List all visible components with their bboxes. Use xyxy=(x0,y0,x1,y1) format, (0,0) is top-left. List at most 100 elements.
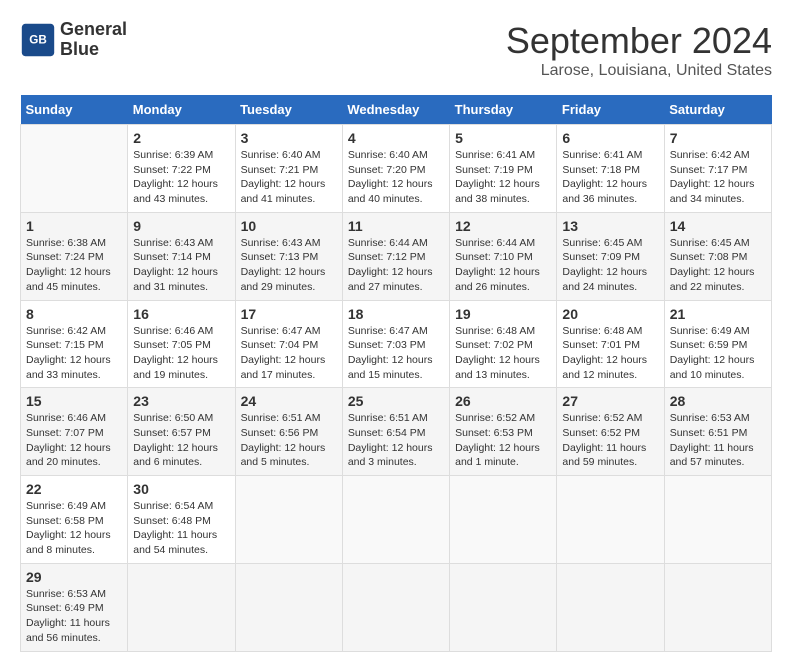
table-row: 16 Sunrise: 6:46 AM Sunset: 7:05 PM Dayli… xyxy=(128,300,235,388)
day-info: Sunrise: 6:48 AM Sunset: 7:01 PM Dayligh… xyxy=(562,324,658,383)
day-info: Sunrise: 6:50 AM Sunset: 6:57 PM Dayligh… xyxy=(133,411,229,470)
day-info: Sunrise: 6:51 AM Sunset: 6:54 PM Dayligh… xyxy=(348,411,444,470)
day-number: 16 xyxy=(133,306,229,322)
day-info: Sunrise: 6:41 AM Sunset: 7:19 PM Dayligh… xyxy=(455,148,551,207)
day-info: Sunrise: 6:44 AM Sunset: 7:12 PM Dayligh… xyxy=(348,236,444,295)
table-row xyxy=(235,476,342,564)
svg-text:GB: GB xyxy=(29,33,47,46)
table-row: 26Sunrise: 6:52 AM Sunset: 6:53 PM Dayli… xyxy=(450,388,557,476)
day-number: 13 xyxy=(562,218,658,234)
table-row: 1 Sunrise: 6:38 AM Sunset: 7:24 PM Daylig… xyxy=(21,212,128,300)
day-info: Sunrise: 6:43 AM Sunset: 7:13 PM Dayligh… xyxy=(241,236,337,295)
col-tuesday: Tuesday xyxy=(235,95,342,125)
col-saturday: Saturday xyxy=(664,95,771,125)
day-number: 10 xyxy=(241,218,337,234)
table-row: 13 Sunrise: 6:45 AM Sunset: 7:09 PM Dayli… xyxy=(557,212,664,300)
calendar-row: 22 Sunrise: 6:49 AM Sunset: 6:58 PM Dayli… xyxy=(21,476,772,564)
table-row xyxy=(342,563,449,651)
table-row: 28Sunrise: 6:53 AM Sunset: 6:51 PM Dayli… xyxy=(664,388,771,476)
table-row: 24 Sunrise: 6:51 AM Sunset: 6:56 PM Dayli… xyxy=(235,388,342,476)
table-row: 17 Sunrise: 6:47 AM Sunset: 7:04 PM Dayli… xyxy=(235,300,342,388)
day-number: 8 xyxy=(26,306,122,322)
table-row xyxy=(21,125,128,213)
day-number: 11 xyxy=(348,218,444,234)
day-number: 3 xyxy=(241,130,337,146)
table-row xyxy=(557,476,664,564)
day-number: 6 xyxy=(562,130,658,146)
table-row: 4Sunrise: 6:40 AM Sunset: 7:20 PM Daylig… xyxy=(342,125,449,213)
day-number: 23 xyxy=(133,393,229,409)
col-wednesday: Wednesday xyxy=(342,95,449,125)
day-number: 7 xyxy=(670,130,766,146)
table-row: 7 Sunrise: 6:42 AM Sunset: 7:17 PM Daylig… xyxy=(664,125,771,213)
day-info: Sunrise: 6:49 AM Sunset: 6:58 PM Dayligh… xyxy=(26,499,122,558)
day-number: 25 xyxy=(348,393,444,409)
day-number: 30 xyxy=(133,481,229,497)
table-row xyxy=(235,563,342,651)
day-number: 1 xyxy=(26,218,122,234)
logo: GB General Blue xyxy=(20,20,127,60)
day-info: Sunrise: 6:47 AM Sunset: 7:04 PM Dayligh… xyxy=(241,324,337,383)
table-row xyxy=(664,563,771,651)
day-info: Sunrise: 6:46 AM Sunset: 7:05 PM Dayligh… xyxy=(133,324,229,383)
calendar-table: Sunday Monday Tuesday Wednesday Thursday… xyxy=(20,95,772,652)
day-number: 29 xyxy=(26,569,122,585)
table-row: 27Sunrise: 6:52 AM Sunset: 6:52 PM Dayli… xyxy=(557,388,664,476)
day-info: Sunrise: 6:41 AM Sunset: 7:18 PM Dayligh… xyxy=(562,148,658,207)
table-row: 30 Sunrise: 6:54 AM Sunset: 6:48 PM Dayli… xyxy=(128,476,235,564)
day-number: 28 xyxy=(670,393,766,409)
day-info: Sunrise: 6:49 AM Sunset: 6:59 PM Dayligh… xyxy=(670,324,766,383)
calendar-row: 2 Sunrise: 6:39 AM Sunset: 7:22 PM Daylig… xyxy=(21,125,772,213)
day-number: 18 xyxy=(348,306,444,322)
day-info: Sunrise: 6:45 AM Sunset: 7:09 PM Dayligh… xyxy=(562,236,658,295)
table-row: 6 Sunrise: 6:41 AM Sunset: 7:18 PM Daylig… xyxy=(557,125,664,213)
day-info: Sunrise: 6:38 AM Sunset: 7:24 PM Dayligh… xyxy=(26,236,122,295)
table-row: 5 Sunrise: 6:41 AM Sunset: 7:19 PM Daylig… xyxy=(450,125,557,213)
month-title: September 2024 xyxy=(506,20,772,62)
calendar-header: Sunday Monday Tuesday Wednesday Thursday… xyxy=(21,95,772,125)
calendar-row: 1 Sunrise: 6:38 AM Sunset: 7:24 PM Daylig… xyxy=(21,212,772,300)
day-info: Sunrise: 6:53 AM Sunset: 6:49 PM Dayligh… xyxy=(26,587,122,646)
day-info: Sunrise: 6:45 AM Sunset: 7:08 PM Dayligh… xyxy=(670,236,766,295)
table-row: 29 Sunrise: 6:53 AM Sunset: 6:49 PM Dayli… xyxy=(21,563,128,651)
day-info: Sunrise: 6:47 AM Sunset: 7:03 PM Dayligh… xyxy=(348,324,444,383)
day-number: 14 xyxy=(670,218,766,234)
day-number: 5 xyxy=(455,130,551,146)
location: Larose, Louisiana, United States xyxy=(506,62,772,80)
table-row: 20Sunrise: 6:48 AM Sunset: 7:01 PM Dayli… xyxy=(557,300,664,388)
day-info: Sunrise: 6:42 AM Sunset: 7:17 PM Dayligh… xyxy=(670,148,766,207)
table-row: 2 Sunrise: 6:39 AM Sunset: 7:22 PM Daylig… xyxy=(128,125,235,213)
day-number: 2 xyxy=(133,130,229,146)
table-row: 9Sunrise: 6:43 AM Sunset: 7:14 PM Daylig… xyxy=(128,212,235,300)
day-info: Sunrise: 6:39 AM Sunset: 7:22 PM Dayligh… xyxy=(133,148,229,207)
header-row: Sunday Monday Tuesday Wednesday Thursday… xyxy=(21,95,772,125)
day-info: Sunrise: 6:51 AM Sunset: 6:56 PM Dayligh… xyxy=(241,411,337,470)
table-row: 14 Sunrise: 6:45 AM Sunset: 7:08 PM Dayli… xyxy=(664,212,771,300)
table-row xyxy=(450,563,557,651)
day-info: Sunrise: 6:54 AM Sunset: 6:48 PM Dayligh… xyxy=(133,499,229,558)
table-row: 25 Sunrise: 6:51 AM Sunset: 6:54 PM Dayli… xyxy=(342,388,449,476)
day-number: 26 xyxy=(455,393,551,409)
col-thursday: Thursday xyxy=(450,95,557,125)
day-number: 22 xyxy=(26,481,122,497)
day-info: Sunrise: 6:40 AM Sunset: 7:21 PM Dayligh… xyxy=(241,148,337,207)
day-info: Sunrise: 6:48 AM Sunset: 7:02 PM Dayligh… xyxy=(455,324,551,383)
day-info: Sunrise: 6:44 AM Sunset: 7:10 PM Dayligh… xyxy=(455,236,551,295)
table-row xyxy=(450,476,557,564)
day-number: 15 xyxy=(26,393,122,409)
day-info: Sunrise: 6:46 AM Sunset: 7:07 PM Dayligh… xyxy=(26,411,122,470)
table-row: 19Sunrise: 6:48 AM Sunset: 7:02 PM Dayli… xyxy=(450,300,557,388)
calendar-row: 8Sunrise: 6:42 AM Sunset: 7:15 PM Daylig… xyxy=(21,300,772,388)
col-monday: Monday xyxy=(128,95,235,125)
day-number: 9 xyxy=(133,218,229,234)
day-number: 24 xyxy=(241,393,337,409)
table-row: 10 Sunrise: 6:43 AM Sunset: 7:13 PM Dayli… xyxy=(235,212,342,300)
day-info: Sunrise: 6:52 AM Sunset: 6:52 PM Dayligh… xyxy=(562,411,658,470)
day-number: 12 xyxy=(455,218,551,234)
table-row xyxy=(128,563,235,651)
table-row: 12 Sunrise: 6:44 AM Sunset: 7:10 PM Dayli… xyxy=(450,212,557,300)
logo-text: General Blue xyxy=(60,20,127,60)
calendar-row: 29 Sunrise: 6:53 AM Sunset: 6:49 PM Dayli… xyxy=(21,563,772,651)
table-row: 22 Sunrise: 6:49 AM Sunset: 6:58 PM Dayli… xyxy=(21,476,128,564)
day-number: 17 xyxy=(241,306,337,322)
